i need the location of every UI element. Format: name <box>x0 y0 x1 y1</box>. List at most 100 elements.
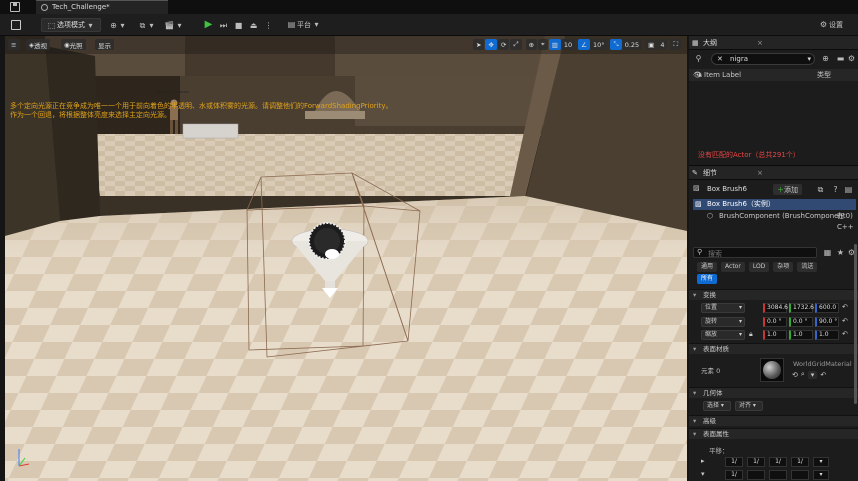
category-streaming[interactable]: 流送 <box>797 262 818 272</box>
hamburger-icon[interactable]: ≡ <box>8 39 20 50</box>
maximize-icon[interactable]: ⛶ <box>670 39 682 50</box>
pan-button-3[interactable]: 1/ <box>769 457 787 467</box>
component-tree-child[interactable]: ⬡ BrushComponent (BrushComponent0) 在C++ <box>707 211 858 231</box>
step-icon[interactable]: ⏭︎ <box>218 20 229 31</box>
location-dropdown[interactable]: 位置 ▾ <box>701 303 745 313</box>
rotate-icon[interactable]: ⟳ <box>497 39 510 50</box>
scale-icon[interactable]: ⤢ <box>510 39 522 50</box>
world-space-icon[interactable]: ⊕ <box>525 39 538 50</box>
level-viewport[interactable]: ≡ ◈ 透视 ◉ 光照 显示 ➤ ✥ ⟳ ⤢ ⊕ ⌖ ▥ 10 ∠ 10° ⤡ … <box>5 36 687 481</box>
location-z[interactable]: 600.0 <box>815 303 839 313</box>
geometry-section[interactable]: 几何体 <box>689 387 858 399</box>
play-icon[interactable]: ▶ <box>203 19 214 30</box>
perspective-button[interactable]: ◈ 透视 <box>26 39 50 50</box>
reset-icon[interactable]: ↶ <box>842 317 848 325</box>
move-icon[interactable]: ✥ <box>485 39 497 50</box>
details-scrollbar[interactable] <box>854 244 857 404</box>
clear-search-icon[interactable]: ✕ <box>717 54 723 64</box>
pan-button-4[interactable]: 1/ <box>791 457 809 467</box>
rotation-snap-value[interactable]: 10° <box>589 39 608 50</box>
camera-speed-value[interactable]: 4 <box>657 39 668 50</box>
rotation-dropdown[interactable]: 旋转 ▾ <box>701 317 745 327</box>
surface-snap-icon[interactable]: ⌖ <box>538 39 548 50</box>
use-selected-icon[interactable]: ⟲ <box>792 371 798 379</box>
actor-name[interactable]: Box Brush6 <box>707 185 747 193</box>
star-icon[interactable]: ★ <box>835 247 846 258</box>
location-y[interactable]: 1732.6 <box>789 303 814 313</box>
lock-icon[interactable]: ▤ <box>843 184 854 195</box>
grid-snap-value[interactable]: 10 <box>560 39 576 50</box>
folder-icon[interactable]: ▬ <box>835 53 846 64</box>
filter-icon[interactable]: ⚲ <box>693 53 704 64</box>
scale-x[interactable]: 1.0 <box>763 330 787 340</box>
more-options-icon[interactable]: ⋮ <box>263 20 274 31</box>
camera-speed-icon[interactable]: ▣ <box>645 39 658 50</box>
chevron-down-icon[interactable]: ▾ <box>117 20 128 31</box>
pan-button-7[interactable] <box>769 470 787 480</box>
outliner-search-input[interactable]: ✕ nigra ▾ <box>711 53 815 65</box>
component-tree-root[interactable]: ▨ Box Brush6（实例） <box>693 199 856 210</box>
reset-icon[interactable]: ↶ <box>842 303 848 311</box>
select-mode-button[interactable]: ⬚ 选项模式 ▾ <box>41 18 101 32</box>
category-all[interactable]: 所有 <box>697 274 718 284</box>
show-button[interactable]: 显示 <box>95 39 114 50</box>
reset-icon[interactable]: ↶ <box>820 371 826 379</box>
rotation-z[interactable]: 90.0 ° <box>815 317 839 327</box>
add-component-button[interactable]: ＋ 添加 <box>773 184 802 195</box>
geometry-select-dropdown[interactable]: 选择 ▾ <box>703 401 731 411</box>
eject-icon[interactable]: ⏏︎ <box>248 20 259 31</box>
rotation-x[interactable]: 0.0 ° <box>763 317 787 327</box>
close-icon[interactable]: × <box>757 36 763 50</box>
category-misc[interactable]: 杂项 <box>773 262 794 272</box>
details-tab[interactable]: ✎ 细节 × <box>689 166 858 180</box>
surface-properties-section[interactable]: 表面属性 <box>689 428 858 440</box>
pan-button-6[interactable] <box>747 470 765 480</box>
save-icon[interactable] <box>10 2 20 12</box>
save-current-icon[interactable] <box>11 20 21 30</box>
add-filter-icon[interactable]: ⊕ <box>820 53 831 64</box>
platform-button[interactable]: ▤ 平台 ▾ <box>286 19 322 30</box>
category-actor[interactable]: Actor <box>721 262 745 272</box>
type-column[interactable]: 类型 <box>817 69 831 81</box>
chevron-down-icon[interactable]: ▾ <box>174 20 185 31</box>
surface-material-section[interactable]: 表面材质 <box>689 343 858 355</box>
material-dropdown[interactable]: ▾ <box>807 370 818 379</box>
chevron-right-icon[interactable]: ▸ <box>701 457 705 465</box>
settings-button[interactable]: ⚙ 设置 <box>818 19 843 30</box>
property-matrix-icon[interactable]: ▦ <box>822 247 833 258</box>
geometry-align-dropdown[interactable]: 对齐 ▾ <box>735 401 763 411</box>
level-tab[interactable]: Tech_Challenge* <box>36 0 168 14</box>
grid-snap-icon[interactable]: ▥ <box>548 39 561 50</box>
category-general[interactable]: 通用 <box>697 262 718 272</box>
chevron-down-icon[interactable]: ▾ <box>701 470 705 478</box>
outliner-tab[interactable]: ▦ 大纲 × <box>689 36 858 50</box>
advanced-section[interactable]: 高级 <box>689 415 858 427</box>
rotation-snap-icon[interactable]: ∠ <box>578 39 590 50</box>
blueprint-convert-icon[interactable]: ⧉ <box>815 184 826 195</box>
lit-button[interactable]: ◉ 光照 <box>61 39 86 50</box>
reset-icon[interactable]: ↶ <box>842 330 848 338</box>
material-name[interactable]: WorldGridMaterial <box>793 360 852 368</box>
browse-icon[interactable]: ⌕ <box>801 370 805 379</box>
stop-icon[interactable]: ■ <box>233 20 244 31</box>
category-lod[interactable]: LOD <box>748 262 770 272</box>
scale-snap-icon[interactable]: ⤡ <box>610 39 622 50</box>
pan-dropdown[interactable]: ▾ <box>813 457 829 467</box>
scale-dropdown[interactable]: 缩放 ▾ <box>701 330 745 340</box>
material-thumbnail[interactable] <box>760 358 784 382</box>
item-label-column[interactable]: Item Label <box>704 69 741 81</box>
pan-button-5[interactable]: 1/ <box>725 470 743 480</box>
transform-section[interactable]: 变换 <box>689 289 858 301</box>
pan-button-2[interactable]: 1/ <box>747 457 765 467</box>
help-icon[interactable]: ? <box>830 184 841 195</box>
scale-y[interactable]: 1.0 <box>789 330 813 340</box>
select-cursor-icon[interactable]: ➤ <box>473 39 485 50</box>
close-icon[interactable]: × <box>757 166 763 180</box>
chevron-down-icon[interactable]: ▾ <box>807 54 811 64</box>
scale-snap-value[interactable]: 0.25 <box>621 39 643 50</box>
lock-icon[interactable]: 🔒︎ <box>749 330 753 339</box>
pan-dropdown-2[interactable]: ▾ <box>813 470 829 480</box>
location-x[interactable]: 3084.6 <box>763 303 788 313</box>
chevron-down-icon[interactable]: ▾ <box>146 20 157 31</box>
pan-button-8[interactable] <box>791 470 809 480</box>
